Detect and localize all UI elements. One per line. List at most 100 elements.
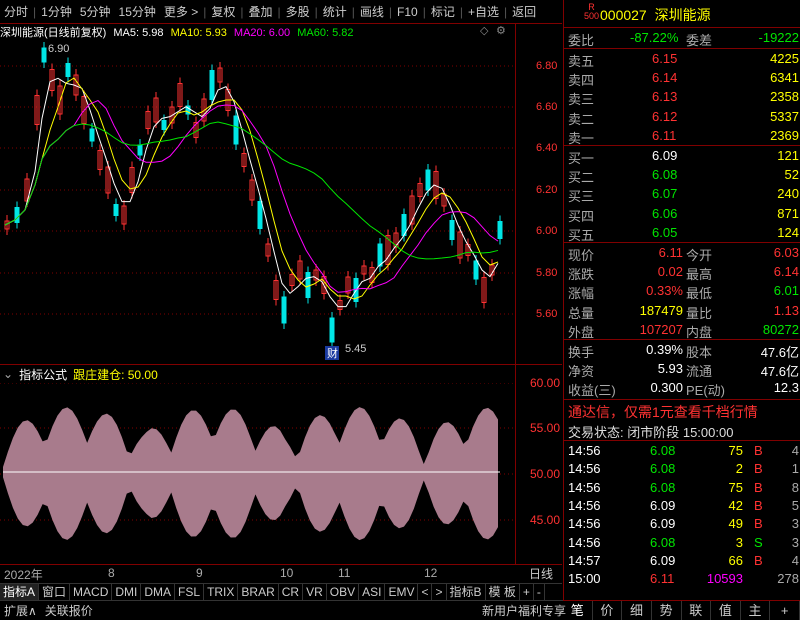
axis-tick: 6.80: [536, 60, 558, 72]
tab-next-icon[interactable]: >: [432, 584, 447, 600]
tab-template[interactable]: 模 板: [486, 584, 520, 600]
tab-related[interactable]: 联: [682, 601, 712, 620]
ind-axis-tick: 45.00: [530, 513, 561, 527]
tick-price: 6.08: [650, 534, 676, 550]
tab-main[interactable]: 主: [741, 601, 771, 620]
toolbar-15min[interactable]: 15分钟: [115, 3, 160, 20]
tab-plus[interactable]: +: [770, 601, 800, 620]
axis-tick: 5.80: [536, 267, 558, 279]
level-volume: 871: [777, 205, 799, 221]
toolbar-draw[interactable]: 画线: [356, 3, 388, 20]
toolbar-mark[interactable]: 标记: [427, 3, 459, 20]
tab-trend[interactable]: 势: [652, 601, 682, 620]
date-tick: 12: [424, 566, 438, 580]
toolbar-more[interactable]: 更多 >: [160, 3, 202, 20]
settings-icon[interactable]: ⚙: [496, 24, 506, 37]
indicator-header: ⌄ 指标公式 跟庄建仓: 50.00: [0, 365, 515, 383]
tick-price: 6.09: [650, 516, 676, 532]
axis-tick: 6.20: [536, 184, 558, 196]
candle-body: [113, 204, 119, 216]
tab-indicator-a[interactable]: 指标A: [0, 584, 40, 600]
period-toolbar: 分时 | 1分钟 5分钟 15分钟 更多 > | 复权 | 叠加 | 多股 | 统计 | 画…: [0, 0, 562, 24]
date-tick: 10: [280, 566, 294, 580]
tick-volume: 42: [728, 497, 743, 513]
finance-tag: 财: [327, 346, 338, 360]
level-label: 买四: [568, 208, 595, 224]
promo-link[interactable]: 通达信，仅需1元查看千档行情: [568, 402, 758, 422]
indicator-chart[interactable]: [0, 383, 515, 563]
level-label: 卖二: [568, 111, 595, 127]
tick-row: 14:56 6.08 3 S 3: [564, 534, 800, 552]
buy-level: 买二 6.08 52: [564, 166, 800, 186]
tick-time: 15:00: [568, 571, 601, 587]
ind-axis-tick: 50.00: [530, 467, 561, 481]
stat-value: 6.14: [773, 264, 799, 280]
tab-indicator-b[interactable]: 指标B: [447, 584, 486, 600]
tick-count: 278: [777, 571, 799, 587]
tab-emv[interactable]: EMV: [385, 584, 419, 600]
tab-trix[interactable]: TRIX: [204, 584, 239, 600]
buy-level: 买四 6.06 871: [564, 205, 800, 224]
toolbar-stats[interactable]: 统计: [319, 3, 351, 20]
expand-button[interactable]: 扩展∧: [0, 602, 41, 619]
tick-time: 14:56: [568, 461, 601, 477]
toolbar-5min[interactable]: 5分钟: [76, 3, 115, 20]
period-day-button[interactable]: 日线: [520, 565, 562, 582]
chart-header: 深圳能源(日线前复权) MA5: 5.98 MA10: 5.93 MA20: 6…: [0, 24, 515, 40]
toolbar-1min[interactable]: 1分钟: [37, 3, 76, 20]
candle-body: [161, 120, 167, 130]
indicator-area: [3, 407, 498, 541]
stat-label: 现价: [568, 248, 595, 263]
stat-value: 6.03: [773, 245, 799, 260]
tick-count: 8: [791, 479, 799, 495]
tick-time: 14:56: [568, 443, 601, 458]
diamond-icon[interactable]: ◇: [480, 24, 488, 37]
level-volume: 2358: [770, 89, 799, 105]
tab-vr[interactable]: VR: [303, 584, 327, 600]
tab-obv[interactable]: OBV: [327, 584, 360, 600]
date-axis: 2022年 8 9 10 11 12: [0, 565, 515, 582]
kline-chart[interactable]: 6.90 5.45 财: [0, 40, 515, 365]
level-label: 卖一: [568, 130, 595, 146]
toolbar-multi[interactable]: 多股: [282, 3, 314, 20]
tick-volume: 10593: [706, 571, 743, 587]
toolbar-overlay[interactable]: 叠加: [244, 3, 276, 20]
collapse-icon[interactable]: ⌄: [3, 367, 13, 381]
tab-remove[interactable]: -: [534, 584, 545, 600]
tick-time: 14:57: [568, 552, 601, 568]
tab-asi[interactable]: ASI: [359, 584, 386, 600]
toolbar-f10[interactable]: F10: [393, 5, 422, 19]
tick-side: B: [754, 443, 763, 458]
stat-row: 外盘 107207 内盘 80272: [564, 321, 800, 340]
toolbar-rights[interactable]: 复权: [207, 3, 239, 20]
toolbar-back[interactable]: 返回: [508, 3, 540, 20]
candle-body: [14, 207, 20, 223]
tab-window[interactable]: 窗口: [39, 584, 71, 600]
toolbar-intraday[interactable]: 分时: [0, 3, 32, 20]
level-label: 买二: [568, 170, 595, 186]
price-axis: 6.80 6.60 6.40 6.20 6.00 5.80 5.60 60.00…: [515, 24, 563, 564]
toolbar-add-watchlist[interactable]: +自选: [464, 3, 503, 20]
tab-fsl[interactable]: FSL: [175, 584, 205, 600]
tab-cr[interactable]: CR: [279, 584, 304, 600]
stat-value: 0.300: [650, 380, 683, 396]
stat-value: 6.01: [773, 283, 799, 299]
tab-macd[interactable]: MACD: [70, 584, 113, 600]
indicator-formula-label[interactable]: 指标公式: [19, 366, 67, 383]
tick-price: 6.09: [650, 552, 676, 568]
tab-price[interactable]: 价: [593, 601, 623, 620]
quote-panel: R 500 000027 深圳能源 委比 -87.22% 委差 -19222 卖五…: [563, 0, 800, 600]
tab-ticks[interactable]: 笔: [563, 601, 593, 620]
related-quote-button[interactable]: 关联报价: [41, 602, 97, 619]
tab-add[interactable]: +: [520, 584, 534, 600]
new-user-promo[interactable]: 新用户福利专享: [478, 602, 570, 619]
tab-detail[interactable]: 细: [622, 601, 652, 620]
tick-volume: 75: [728, 479, 743, 495]
tab-dmi[interactable]: DMI: [112, 584, 142, 600]
tab-value[interactable]: 值: [711, 601, 741, 620]
stock-name: 深圳能源: [654, 7, 711, 23]
tab-dma[interactable]: DMA: [141, 584, 176, 600]
tab-brar[interactable]: BRAR: [238, 584, 279, 600]
stat-label: 量比: [686, 305, 713, 321]
tab-prev-icon[interactable]: <: [418, 584, 433, 600]
